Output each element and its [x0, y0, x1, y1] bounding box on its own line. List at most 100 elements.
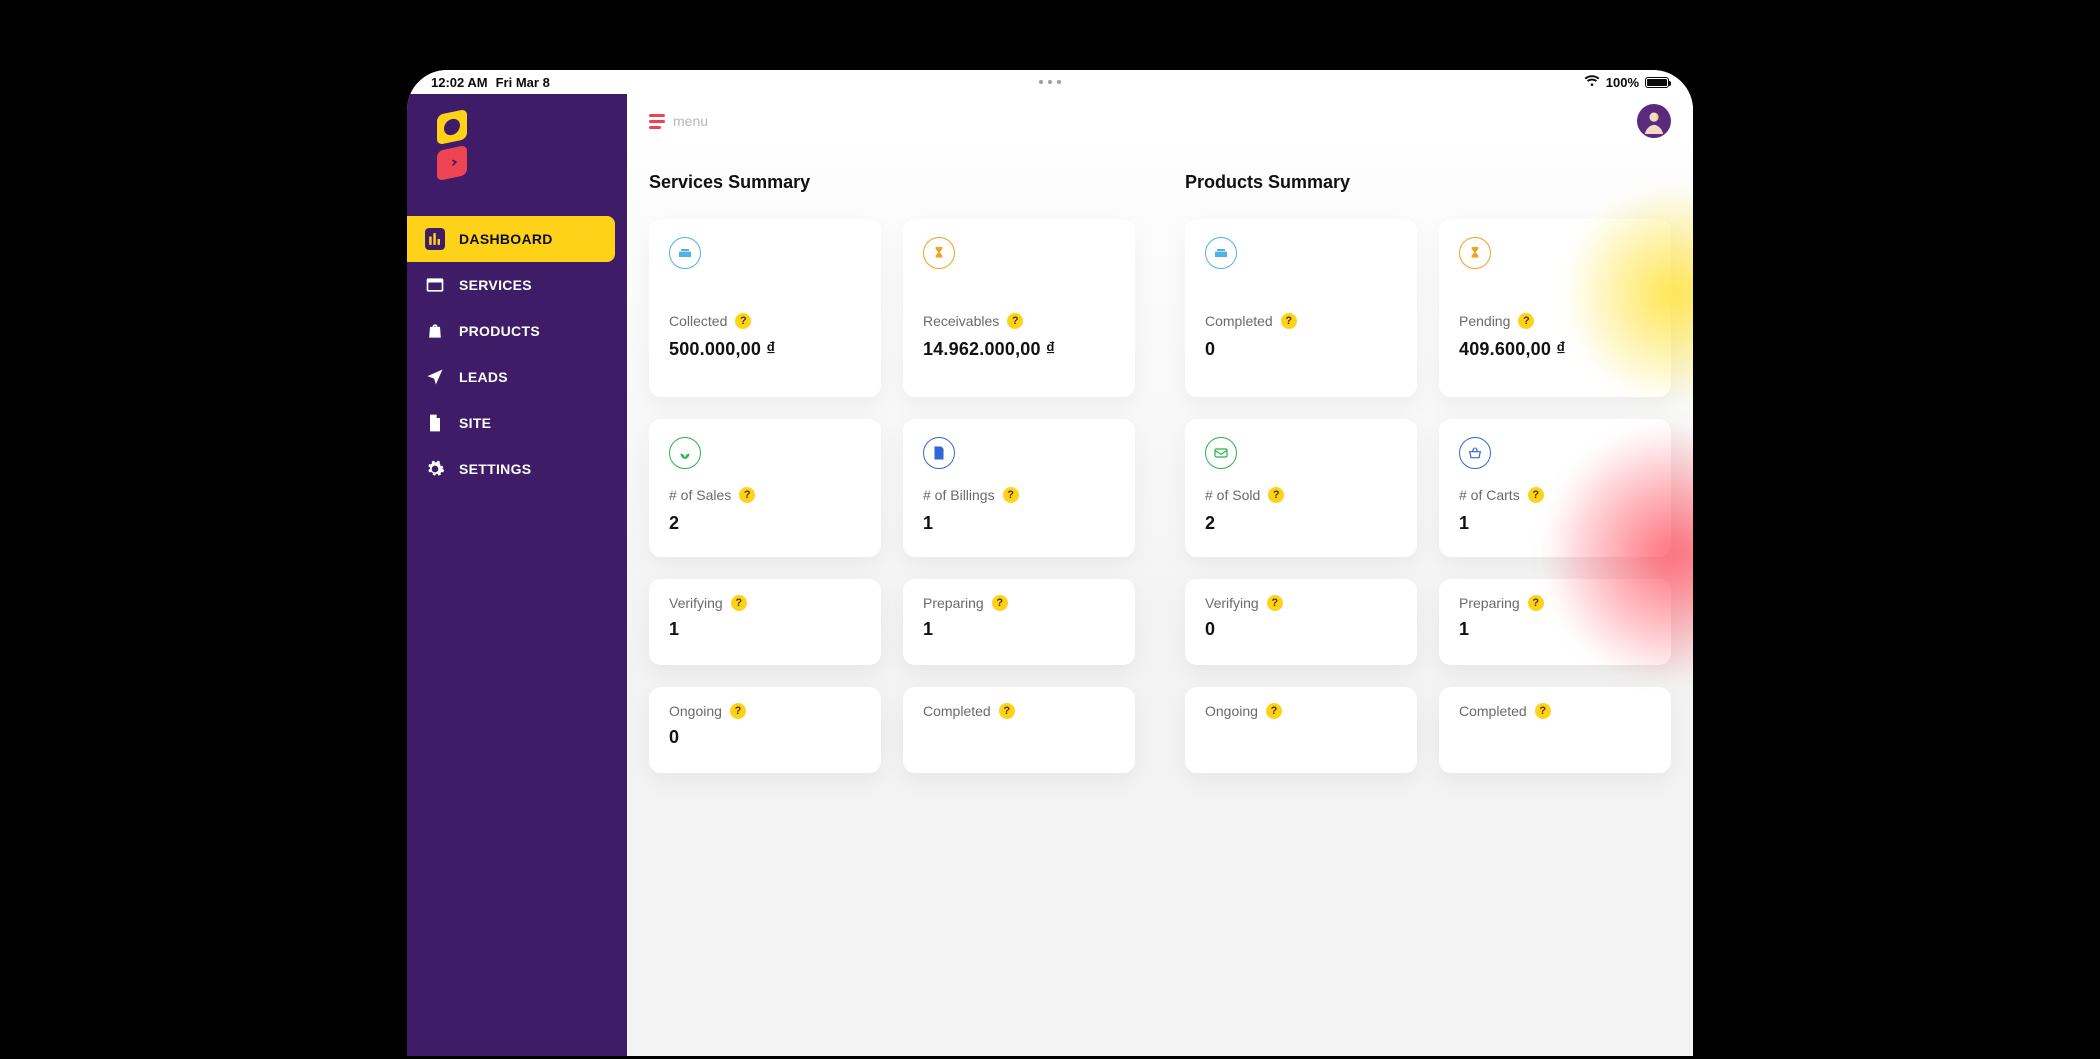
status-date: Fri Mar 8 [496, 75, 550, 90]
send-icon [425, 367, 445, 387]
card-value: 0 [669, 727, 861, 748]
cash-icon [669, 237, 701, 269]
products-summary: Products Summary Completed ? [1185, 172, 1671, 773]
device-screen: 12:02 AM Fri Mar 8 100% [407, 70, 1693, 1056]
sidebar-item-settings[interactable]: SETTINGS [407, 446, 615, 492]
card-label: Receivables [923, 313, 999, 329]
card-sold: # of Sold ? 2 [1185, 419, 1417, 557]
topbar: menu [627, 94, 1693, 148]
card-label: # of Sales [669, 487, 731, 503]
status-bar: 12:02 AM Fri Mar 8 100% [407, 70, 1693, 94]
app-logo[interactable] [433, 112, 473, 182]
hourglass-icon [923, 237, 955, 269]
battery-icon [1645, 77, 1669, 88]
help-icon[interactable]: ? [739, 487, 755, 503]
envelope-icon [1205, 437, 1237, 469]
sidebar-item-dashboard[interactable]: DASHBOARD [407, 216, 615, 262]
card-ongoing: Ongoing ? 0 [649, 687, 881, 773]
help-icon[interactable]: ? [1267, 595, 1283, 611]
card-value: 409.600,00 ₫ [1459, 339, 1651, 360]
status-time: 12:02 AM [431, 75, 488, 90]
card-completed-top: Completed ? 0 [1185, 219, 1417, 397]
help-icon[interactable]: ? [735, 313, 751, 329]
card-receivables: Receivables ? 14.962.000,00 ₫ [903, 219, 1135, 397]
device-frame: 12:02 AM Fri Mar 8 100% [393, 56, 1707, 1056]
sidebar-item-label: SETTINGS [459, 461, 531, 477]
dashboard-content: Services Summary Collected ? [627, 148, 1693, 773]
sidebar-item-services[interactable]: SERVICES [407, 262, 615, 308]
section-title: Services Summary [649, 172, 1135, 193]
card-preparing: Preparing ? 1 [903, 579, 1135, 665]
card-value: 1 [923, 619, 1115, 640]
card-value: 14.962.000,00 ₫ [923, 339, 1115, 360]
help-icon[interactable]: ? [1268, 487, 1284, 503]
card-value: 0 [1205, 619, 1397, 640]
help-icon[interactable]: ? [1528, 487, 1544, 503]
card-label: Preparing [1459, 595, 1520, 611]
card-label: Ongoing [1205, 703, 1258, 719]
help-icon[interactable]: ? [992, 595, 1008, 611]
card-verifying-p: Verifying ? 0 [1185, 579, 1417, 665]
card-label: # of Sold [1205, 487, 1260, 503]
basket-icon [1459, 437, 1491, 469]
chart-bar-icon [425, 229, 445, 249]
help-icon[interactable]: ? [999, 703, 1015, 719]
card-value: 2 [669, 513, 861, 534]
card-label: Collected [669, 313, 727, 329]
card-completed-p: Completed ? [1439, 687, 1671, 773]
card-verifying: Verifying ? 1 [649, 579, 881, 665]
sidebar-item-label: SERVICES [459, 277, 532, 293]
help-icon[interactable]: ? [1003, 487, 1019, 503]
services-summary: Services Summary Collected ? [649, 172, 1135, 773]
help-icon[interactable]: ? [1535, 703, 1551, 719]
section-title: Products Summary [1185, 172, 1671, 193]
card-value: 1 [669, 619, 861, 640]
card-pending: Pending ? 409.600,00 ₫ [1439, 219, 1671, 397]
sidebar-nav: DASHBOARD SERVICES PRODUCTS [407, 216, 627, 492]
help-icon[interactable]: ? [1266, 703, 1282, 719]
help-icon[interactable]: ? [1281, 313, 1297, 329]
help-icon[interactable]: ? [731, 595, 747, 611]
card-carts: # of Carts ? 1 [1439, 419, 1671, 557]
sidebar-item-label: SITE [459, 415, 491, 431]
card-label: Preparing [923, 595, 984, 611]
avatar[interactable] [1637, 104, 1671, 138]
wifi-icon [1584, 75, 1600, 90]
card-label: Completed [923, 703, 991, 719]
card-preparing-p: Preparing ? 1 [1439, 579, 1671, 665]
card-label: Verifying [1205, 595, 1259, 611]
status-battery-percent: 100% [1606, 75, 1639, 90]
card-value: 1 [923, 513, 1115, 534]
card-label: Verifying [669, 595, 723, 611]
sidebar-item-label: PRODUCTS [459, 323, 540, 339]
sidebar-item-leads[interactable]: LEADS [407, 354, 615, 400]
menu-toggle[interactable]: menu [649, 113, 708, 129]
help-icon[interactable]: ? [1518, 313, 1534, 329]
help-icon[interactable]: ? [1528, 595, 1544, 611]
card-label: Ongoing [669, 703, 722, 719]
card-sales: # of Sales ? 2 [649, 419, 881, 557]
menu-label: menu [673, 113, 708, 129]
card-collected: Collected ? 500.000,00 ₫ [649, 219, 881, 397]
card-label: Completed [1459, 703, 1527, 719]
card-value: 500.000,00 ₫ [669, 339, 861, 360]
help-icon[interactable]: ? [1007, 313, 1023, 329]
card-label: # of Billings [923, 487, 995, 503]
sidebar-item-label: DASHBOARD [459, 231, 553, 247]
help-icon[interactable]: ? [730, 703, 746, 719]
sprout-icon [669, 437, 701, 469]
sidebar-item-products[interactable]: PRODUCTS [407, 308, 615, 354]
hourglass-icon [1459, 237, 1491, 269]
gear-icon [425, 459, 445, 479]
cash-icon [1205, 237, 1237, 269]
card-value: 0 [1205, 339, 1397, 360]
card-value: 1 [1459, 513, 1651, 534]
card-label: Completed [1205, 313, 1273, 329]
card-label: Pending [1459, 313, 1510, 329]
multitask-indicator[interactable] [1039, 80, 1061, 84]
sidebar-item-label: LEADS [459, 369, 508, 385]
card-value: 2 [1205, 513, 1397, 534]
sidebar-item-site[interactable]: SITE [407, 400, 615, 446]
card-completed: Completed ? [903, 687, 1135, 773]
document-icon [425, 413, 445, 433]
